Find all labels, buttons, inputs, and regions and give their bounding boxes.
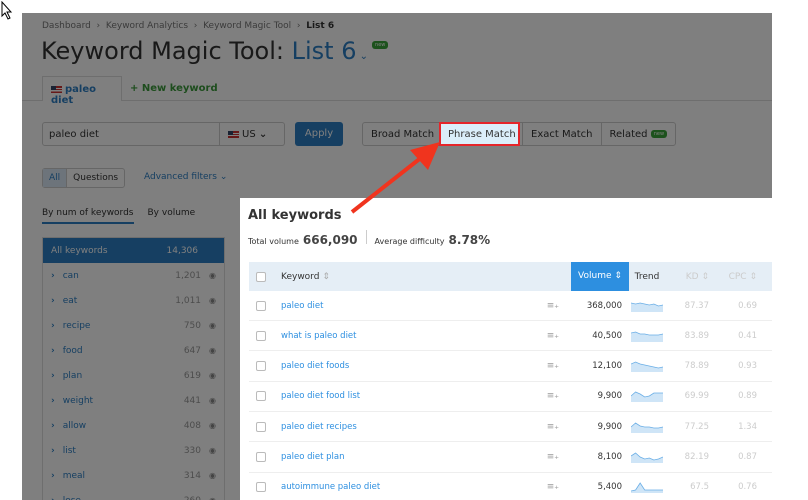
row-checkbox[interactable]: [255, 330, 266, 341]
keywords-panel: All keywords Total volume 666,090 Average…: [240, 198, 772, 500]
trend-sparkline: [631, 302, 663, 312]
kd-header-label: KD: [685, 271, 699, 282]
table-row: paleo diet plan ≡₊ 8,100 82.19 0.87: [249, 443, 772, 473]
kd-value: 67.5: [690, 482, 709, 493]
cpc-value: 1.34: [738, 421, 757, 432]
table-row: paleo diet foods ≡₊ 12,100 78.89 0.93: [249, 352, 772, 382]
keyword-link[interactable]: paleo diet foods: [281, 361, 349, 371]
volume-value: 9,900: [597, 421, 622, 432]
keyword-link[interactable]: what is paleo diet: [281, 331, 357, 341]
mouse-cursor-icon: [1, 1, 13, 20]
cpc-value: 0.76: [738, 482, 757, 493]
add-to-list-icon[interactable]: ≡₊: [547, 452, 559, 462]
screenshot-frame: Dashboard › Keyword Analytics › Keyword …: [22, 13, 772, 500]
trend-sparkline: [631, 361, 663, 373]
divider: [365, 230, 367, 244]
keyword-link[interactable]: paleo diet plan: [281, 452, 344, 462]
cpc-value: 0.41: [738, 330, 757, 341]
sort-icon: ⇕: [322, 271, 330, 282]
kd-value: 83.89: [684, 330, 709, 341]
volume-header-label: Volume: [578, 271, 612, 281]
avg-difficulty-label: Average difficulty: [374, 237, 445, 246]
table-row: paleo diet food list ≡₊ 9,900 69.99 0.89: [249, 382, 772, 412]
sort-icon: ⇕: [614, 271, 622, 281]
kd-header[interactable]: KD ⇕: [665, 272, 717, 282]
keyword-link[interactable]: autoimmune paleo diet: [281, 482, 380, 492]
table-row: paleo diet recipes ≡₊ 9,900 77.25 1.34: [249, 412, 772, 443]
total-volume-label: Total volume: [248, 237, 299, 246]
row-checkbox[interactable]: [255, 300, 266, 311]
table-row: autoimmune paleo diet ≡₊ 5,400 67.5 0.76: [249, 473, 772, 500]
add-to-list-icon[interactable]: ≡₊: [547, 391, 559, 401]
trend-sparkline: [631, 422, 663, 433]
volume-header[interactable]: Volume ⇕: [571, 262, 629, 291]
trend-sparkline: [631, 452, 663, 463]
trend-sparkline: [631, 331, 663, 342]
keyword-link[interactable]: paleo diet recipes: [281, 422, 357, 432]
volume-value: 9,900: [597, 391, 622, 402]
trend-area: [631, 453, 663, 463]
cpc-value: 0.87: [738, 452, 757, 462]
cpc-value: 0.93: [738, 361, 757, 372]
trend-area: [631, 392, 663, 403]
row-checkbox[interactable]: [255, 452, 266, 462]
panel-title: All keywords: [248, 208, 342, 223]
trend-sparkline: [631, 391, 663, 403]
kd-value: 78.89: [684, 361, 709, 372]
total-volume-value: 666,090: [302, 233, 358, 247]
kd-value: 87.37: [684, 300, 709, 311]
row-checkbox[interactable]: [255, 482, 266, 493]
keyword-header-label: Keyword: [281, 271, 320, 282]
add-to-list-icon[interactable]: ≡₊: [547, 331, 559, 341]
select-all-checkbox[interactable]: [255, 271, 266, 282]
keyword-link[interactable]: paleo diet: [281, 301, 323, 311]
cpc-value: 0.69: [738, 300, 757, 311]
table-row: what is paleo diet ≡₊ 40,500 83.89 0.41: [249, 321, 772, 352]
table-row: paleo diet ≡₊ 368,000 87.37 0.69: [249, 291, 772, 321]
add-to-list-icon[interactable]: ≡₊: [547, 361, 559, 371]
cpc-header[interactable]: CPC ⇕: [717, 272, 757, 282]
volume-value: 40,500: [592, 330, 622, 341]
keyword-link[interactable]: paleo diet food list: [281, 391, 360, 401]
row-checkbox[interactable]: [255, 391, 266, 402]
kd-value: 69.99: [684, 391, 709, 402]
row-checkbox[interactable]: [255, 361, 266, 372]
dim-overlay: [22, 198, 240, 500]
avg-difficulty-value: 8.78%: [448, 233, 491, 247]
volume-value: 368,000: [586, 300, 622, 311]
kd-value: 77.25: [684, 421, 709, 432]
trend-header: Trend: [634, 271, 660, 282]
add-to-list-icon[interactable]: ≡₊: [547, 301, 559, 311]
cpc-value: 0.89: [738, 391, 757, 402]
trend-area: [631, 362, 663, 373]
trend-area: [631, 331, 663, 342]
kd-value: 82.19: [684, 452, 709, 462]
trend-line: [631, 482, 663, 492]
cpc-header-label: CPC: [728, 271, 747, 282]
keyword-header[interactable]: Keyword ⇕: [272, 272, 571, 282]
volume-value: 8,100: [597, 452, 622, 462]
trend-sparkline: [631, 482, 663, 494]
volume-value: 5,400: [597, 482, 622, 493]
dim-overlay: [22, 13, 772, 198]
add-to-list-icon[interactable]: ≡₊: [547, 482, 559, 492]
phrase-match-button[interactable]: Phrase Match: [439, 122, 520, 146]
table-header: Keyword ⇕ Volume ⇕ Trend KD ⇕ CPC ⇕: [249, 262, 772, 291]
trend-area: [631, 483, 663, 494]
volume-value: 12,100: [592, 361, 622, 372]
add-to-list-icon[interactable]: ≡₊: [547, 422, 559, 432]
panel-stats: Total volume 666,090 Average difficulty 8.…: [248, 230, 498, 247]
row-checkbox[interactable]: [255, 421, 266, 432]
